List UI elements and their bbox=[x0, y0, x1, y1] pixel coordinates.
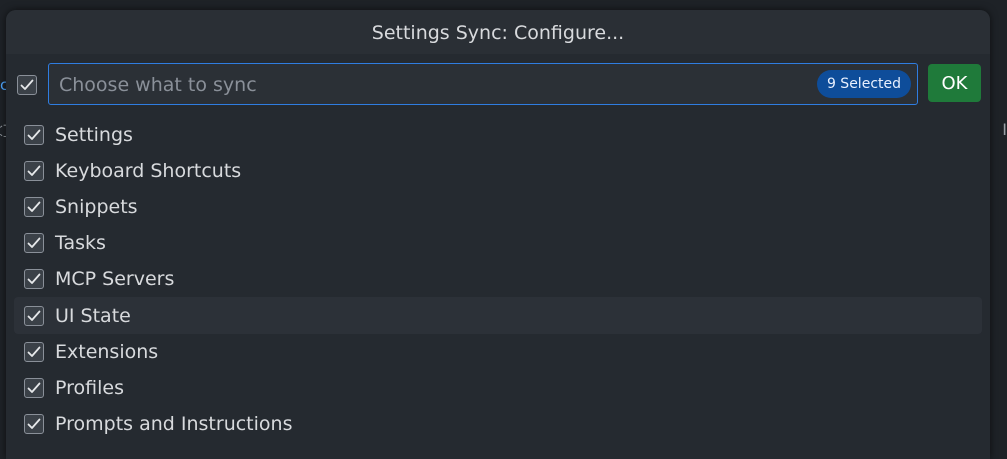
search-box: 9 Selected bbox=[48, 63, 918, 106]
list-item-label: Keyboard Shortcuts bbox=[55, 160, 242, 183]
background-text-fragment: I bbox=[1002, 120, 1007, 139]
list-item-label: UI State bbox=[55, 304, 131, 327]
list-item-label: Snippets bbox=[55, 196, 138, 219]
list-item-prompts-and-instructions[interactable]: Prompts and Instructions bbox=[14, 406, 982, 442]
check-icon bbox=[20, 79, 34, 90]
list-item-mcp-servers[interactable]: MCP Servers bbox=[14, 261, 982, 297]
list-item-snippets[interactable]: Snippets bbox=[14, 189, 982, 225]
list-item-label: Settings bbox=[55, 124, 133, 147]
checkbox[interactable] bbox=[24, 305, 44, 326]
checkbox[interactable] bbox=[24, 269, 44, 290]
checkbox[interactable] bbox=[24, 377, 44, 398]
checkbox[interactable] bbox=[24, 413, 44, 434]
check-icon bbox=[27, 165, 41, 177]
list-item-extensions[interactable]: Extensions bbox=[14, 334, 982, 370]
list-item-tasks[interactable]: Tasks bbox=[14, 225, 982, 261]
list-item-label: Profiles bbox=[55, 376, 124, 399]
checkbox[interactable] bbox=[24, 233, 44, 254]
list-item-label: Tasks bbox=[55, 232, 106, 255]
dialog-title: Settings Sync: Configure... bbox=[6, 10, 990, 54]
list-item-ui-state[interactable]: UI State bbox=[14, 297, 982, 334]
check-icon bbox=[27, 201, 41, 213]
list-item-keyboard-shortcuts[interactable]: Keyboard Shortcuts bbox=[14, 153, 982, 189]
check-icon bbox=[27, 382, 41, 393]
list-item-label: MCP Servers bbox=[55, 268, 175, 291]
check-icon bbox=[27, 346, 41, 357]
check-icon bbox=[27, 418, 41, 429]
check-icon bbox=[27, 129, 41, 140]
ok-button[interactable]: OK bbox=[928, 64, 981, 102]
select-all-checkbox[interactable] bbox=[17, 75, 37, 95]
list-item-settings[interactable]: Settings bbox=[14, 117, 982, 153]
list-item-label: Extensions bbox=[55, 340, 159, 363]
checkbox[interactable] bbox=[24, 161, 44, 182]
checkbox[interactable] bbox=[24, 197, 44, 218]
check-icon bbox=[27, 274, 41, 285]
selected-count-badge: 9 Selected bbox=[816, 70, 911, 98]
check-icon bbox=[27, 310, 41, 321]
list-item-profiles[interactable]: Profiles bbox=[14, 370, 982, 406]
checkbox[interactable] bbox=[24, 341, 44, 362]
checkbox[interactable] bbox=[24, 125, 44, 146]
list-item-label: Prompts and Instructions bbox=[55, 412, 293, 435]
check-icon bbox=[27, 237, 41, 249]
search-input[interactable] bbox=[57, 64, 801, 106]
quick-input-header: 9 Selected OK bbox=[14, 63, 984, 107]
settings-sync-dialog: Settings Sync: Configure... 9 Selected O… bbox=[6, 10, 990, 459]
sync-options-list: Settings Keyboard Shortcuts Snippets Tas… bbox=[14, 117, 982, 442]
